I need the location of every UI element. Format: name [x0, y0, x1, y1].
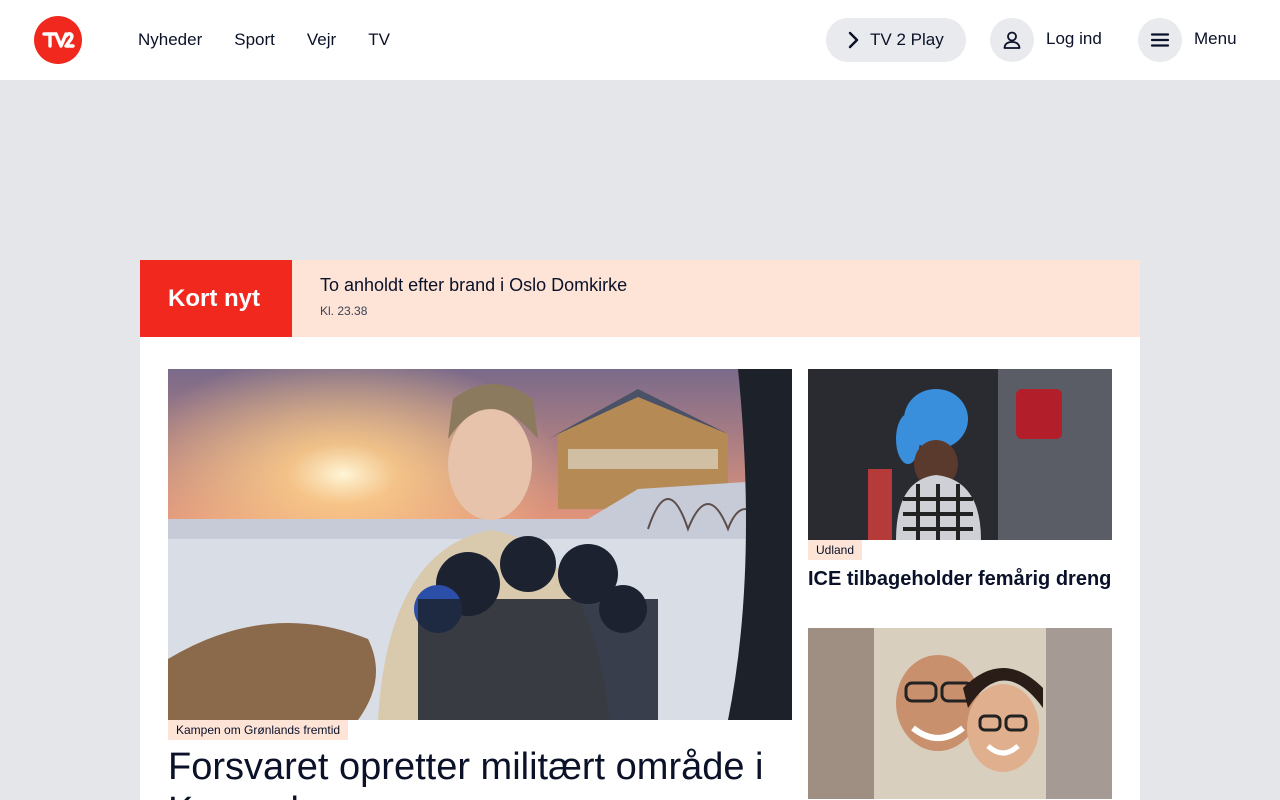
chevron-right-icon	[842, 29, 864, 51]
menu-link[interactable]: Menu	[1194, 29, 1237, 49]
ad-placeholder	[0, 80, 1280, 260]
site-header: Nyheder Sport Vejr TV TV 2 Play Log ind …	[0, 0, 1280, 80]
lead-story-title[interactable]: Forsvaret opretter militært område i Kan…	[168, 745, 792, 800]
nav-item-nyheder[interactable]: Nyheder	[122, 30, 218, 50]
tv2-logo[interactable]	[34, 16, 82, 64]
kort-nyt-banner: Kort nyt To anholdt efter brand i Oslo D…	[140, 260, 1140, 337]
kort-nyt-headline[interactable]: To anholdt efter brand i Oslo Domkirke	[320, 275, 627, 296]
tv2-play-label: TV 2 Play	[870, 30, 944, 49]
main-nav: Nyheder Sport Vejr TV	[122, 0, 406, 80]
nav-item-vejr[interactable]: Vejr	[291, 30, 352, 50]
hamburger-icon	[1150, 33, 1170, 47]
kort-nyt-time: Kl. 23.38	[320, 304, 368, 318]
side-story-tag[interactable]: Udland	[808, 540, 863, 560]
user-icon	[1003, 31, 1021, 49]
user-icon-button[interactable]	[990, 18, 1034, 62]
nav-item-sport[interactable]: Sport	[218, 30, 291, 50]
lead-story-image[interactable]	[168, 369, 792, 720]
login-link[interactable]: Log ind	[1046, 29, 1102, 49]
kort-nyt-item[interactable]: To anholdt efter brand i Oslo Domkirke K…	[292, 260, 627, 337]
side-story-image[interactable]	[808, 369, 1112, 540]
tv2-play-button[interactable]: TV 2 Play	[826, 18, 966, 62]
nav-item-tv[interactable]: TV	[352, 30, 406, 50]
lead-story-tag[interactable]: Kampen om Grønlands fremtid	[168, 720, 349, 740]
kort-nyt-label: Kort nyt	[140, 260, 292, 337]
tv2-logo-icon	[42, 32, 75, 48]
main-content: Kampen om Grønlands fremtid Forsvaret op…	[140, 337, 1140, 800]
side-story-image[interactable]	[808, 628, 1112, 799]
side-story-title[interactable]: ICE tilbageholder femårig dreng	[808, 568, 1112, 590]
menu-icon-button[interactable]	[1138, 18, 1182, 62]
